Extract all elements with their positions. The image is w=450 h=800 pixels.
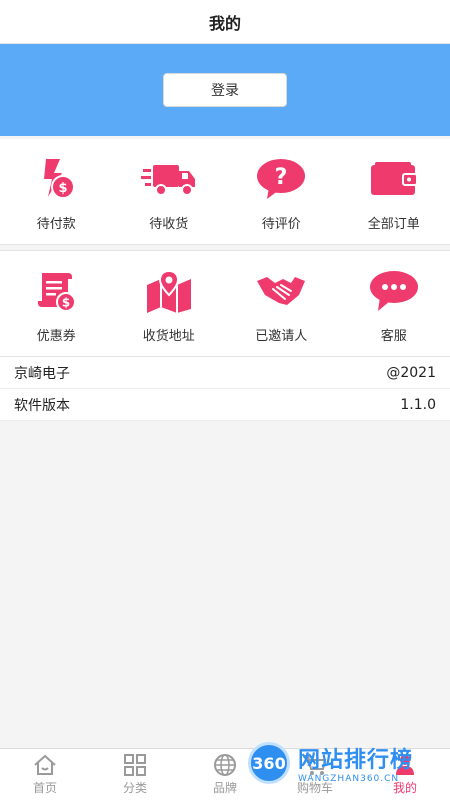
order-pending-payment[interactable]: $ 待付款 xyxy=(0,153,113,232)
service-label: 已邀请人 xyxy=(255,329,308,344)
service-label: 客服 xyxy=(380,329,407,344)
info-label: 软件版本 xyxy=(14,397,70,414)
watermark-text: 网站排行榜 WANGZHAN360.CN xyxy=(298,742,413,784)
delivery-truck-icon xyxy=(140,153,197,205)
category-grid-icon xyxy=(122,753,148,777)
service-label: 收货地址 xyxy=(142,329,195,344)
service-coupons[interactable]: $ 优惠券 xyxy=(0,265,113,344)
home-icon xyxy=(32,753,58,777)
watermark-badge: 360 xyxy=(248,742,290,784)
watermark-subtitle: WANGZHAN360.CN xyxy=(298,774,400,784)
order-pending-receipt[interactable]: 待收货 xyxy=(113,153,226,232)
order-all[interactable]: 全部订单 xyxy=(338,153,450,232)
wallet-icon xyxy=(366,153,422,205)
service-address[interactable]: 收货地址 xyxy=(113,265,226,344)
my-page: 我的 登录 $ 待付款 待收货 ? 待评价 全部订单 $ 优惠券 收货地址 已邀… xyxy=(0,0,450,800)
order-label: 待付款 xyxy=(36,217,76,232)
order-label: 待收货 xyxy=(149,217,189,232)
info-value: 1.1.0 xyxy=(400,396,436,413)
service-invited[interactable]: 已邀请人 xyxy=(225,265,338,344)
map-pin-icon xyxy=(141,265,197,317)
order-label: 待评价 xyxy=(261,217,301,232)
chat-bubble-icon xyxy=(366,265,422,317)
svg-text:$: $ xyxy=(62,296,70,310)
question-bubble-icon: ? xyxy=(253,153,309,205)
svg-text:?: ? xyxy=(275,165,288,190)
tab-category[interactable]: 分类 xyxy=(90,749,180,800)
info-value: @2021 xyxy=(386,364,436,381)
info-label: 京崎电子 xyxy=(14,365,70,382)
pending-payment-icon: $ xyxy=(28,153,84,205)
site-watermark: 360 网站排行榜 WANGZHAN360.CN xyxy=(248,738,448,788)
service-shortcuts: $ 优惠券 收货地址 已邀请人 客服 xyxy=(0,250,450,357)
service-customer-care[interactable]: 客服 xyxy=(338,265,450,344)
tab-label: 品牌 xyxy=(212,781,237,795)
info-row-company: 京崎电子 @2021 xyxy=(0,357,450,389)
tab-label: 分类 xyxy=(122,781,147,795)
order-pending-review[interactable]: ? 待评价 xyxy=(225,153,338,232)
watermark-title: 网站排行榜 xyxy=(298,748,414,773)
login-button[interactable]: 登录 xyxy=(163,73,287,107)
service-label: 优惠券 xyxy=(36,329,76,344)
globe-icon xyxy=(212,753,238,777)
tab-label: 首页 xyxy=(32,781,57,795)
login-banner: 登录 xyxy=(0,44,450,136)
svg-text:$: $ xyxy=(59,181,68,196)
order-shortcuts: $ 待付款 待收货 ? 待评价 全部订单 xyxy=(0,139,450,245)
tab-home[interactable]: 首页 xyxy=(0,749,90,800)
handshake-icon xyxy=(253,265,309,317)
page-title: 我的 xyxy=(0,0,450,44)
info-list: 京崎电子 @2021 软件版本 1.1.0 xyxy=(0,357,450,421)
info-row-version: 软件版本 1.1.0 xyxy=(0,389,450,421)
order-label: 全部订单 xyxy=(367,217,420,232)
coupon-scroll-icon: $ xyxy=(28,265,84,317)
